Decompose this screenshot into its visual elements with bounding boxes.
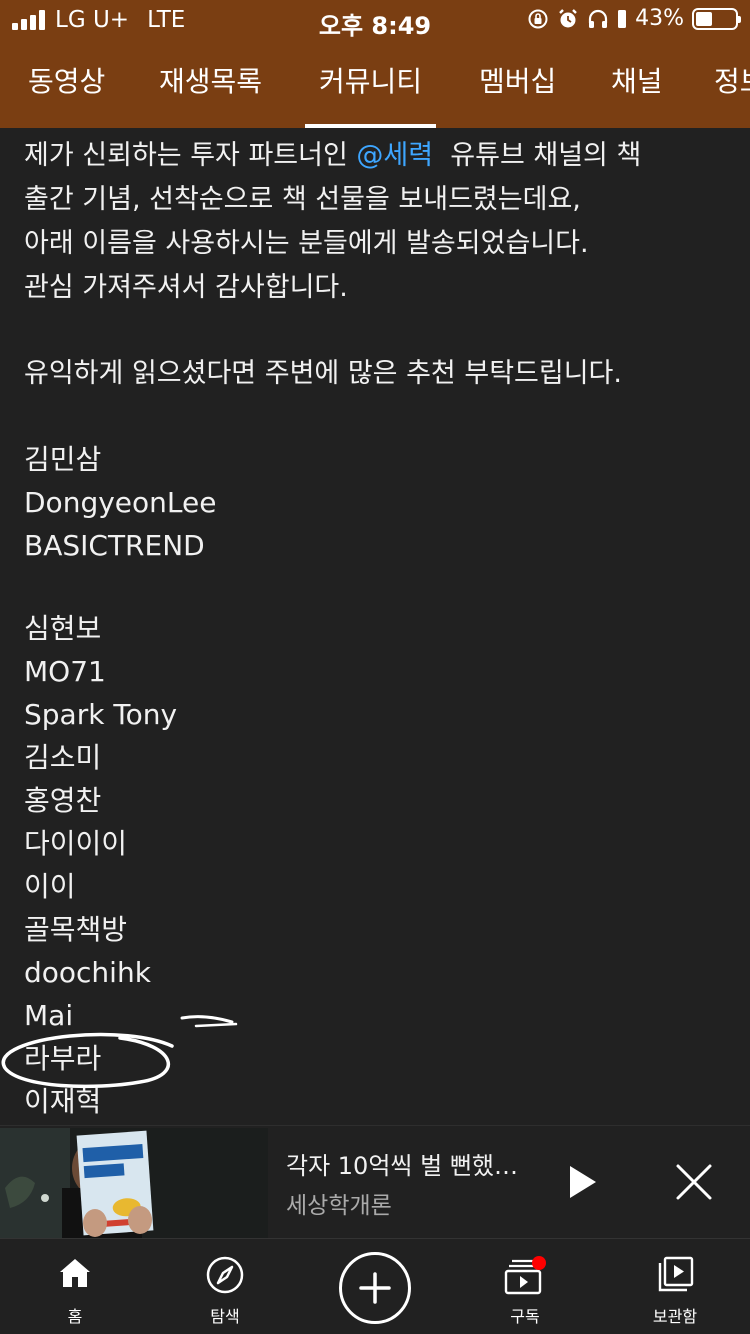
tab-membership[interactable]: 멤버십 <box>479 40 556 128</box>
nav-library[interactable]: 보관함 <box>620 1239 730 1334</box>
post-line-1: 제가 신뢰하는 투자 파트너인 @세력 유튜브 채널의 책 <box>24 134 734 178</box>
notification-dot <box>532 1256 546 1270</box>
post-line-2: 출간 기념, 선착순으로 책 선물을 보내드렸는데요, <box>24 184 581 215</box>
battery-fill <box>696 11 713 26</box>
close-icon[interactable] <box>672 1160 716 1204</box>
nav-home[interactable]: 홈 <box>20 1239 130 1334</box>
compass-icon <box>206 1256 244 1294</box>
nav-subscriptions[interactable]: 구독 <box>470 1239 580 1334</box>
mini-player-channel: 세상학개론 <box>286 1193 392 1219</box>
headphones-icon <box>588 9 608 28</box>
bottom-nav: 홈 탐색 구독 보관함 <box>0 1238 750 1334</box>
list-item: Mai <box>24 999 74 1032</box>
play-icon[interactable] <box>560 1160 604 1204</box>
channel-tabs: 동영상 재생목록 커뮤니티 멤버십 채널 정보 <box>0 40 750 128</box>
mention-link[interactable]: @세력 <box>356 140 433 171</box>
community-post: 제가 신뢰하는 투자 파트너인 @세력 유튜브 채널의 책 출간 기념, 선착순… <box>24 128 734 1123</box>
list-item: doochihk <box>24 956 151 989</box>
list-item: 홍영찬 <box>24 784 102 817</box>
list-item: 다이이이 <box>24 827 128 860</box>
mini-player-title[interactable]: 각자 10억씩 벌 뻔했… <box>286 1146 536 1181</box>
home-icon <box>60 1259 90 1287</box>
list-item: 이이 <box>24 870 76 903</box>
nav-explore-label: 탐색 <box>210 1307 240 1326</box>
list-item: 김민삼 <box>24 443 102 476</box>
status-right: 43% <box>527 6 741 31</box>
battery-percent: 43% <box>635 6 684 31</box>
nav-home-label: 홈 <box>67 1307 83 1326</box>
tab-videos[interactable]: 동영상 <box>28 40 105 128</box>
library-icon <box>658 1256 694 1292</box>
post-line-5: 유익하게 읽으셨다면 주변에 많은 추천 부탁드립니다. <box>24 358 622 389</box>
list-item: MO71 <box>24 655 106 688</box>
create-button[interactable] <box>339 1252 411 1324</box>
list-item-highlighted: 라부라 <box>24 1042 102 1075</box>
status-bar: LG U+ LTE 오후 8:49 43% <box>0 0 750 40</box>
tab-playlists[interactable]: 재생목록 <box>159 40 262 128</box>
list-item: 심현보 <box>24 612 102 645</box>
charging-icon <box>618 9 627 28</box>
video-thumbnail[interactable] <box>0 1128 268 1239</box>
mini-player[interactable]: 각자 10억씩 벌 뻔했… 세상학개론 <box>0 1125 750 1239</box>
tab-community[interactable]: 커뮤니티 <box>304 40 437 128</box>
post-line-3: 아래 이름을 사용하시는 분들에게 발송되었습니다. <box>24 228 589 259</box>
alarm-icon <box>559 8 577 27</box>
rotation-lock-icon <box>528 9 548 28</box>
list-item: 이재혁 <box>24 1085 102 1118</box>
subscriptions-icon <box>504 1256 546 1295</box>
tab-about[interactable]: 정보 <box>714 40 750 128</box>
post-text: 제가 신뢰하는 투자 파트너인 <box>24 140 357 171</box>
plus-icon <box>359 1272 391 1304</box>
nav-library-label: 보관함 <box>652 1307 698 1326</box>
tab-channels[interactable]: 채널 <box>611 40 663 128</box>
list-item: DongyeonLee <box>24 486 217 519</box>
nav-subscriptions-label: 구독 <box>510 1307 540 1326</box>
list-item: Spark Tony <box>24 698 178 731</box>
thumbnail-art <box>0 1128 268 1239</box>
list-item: 김소미 <box>24 741 102 774</box>
nav-explore[interactable]: 탐색 <box>170 1239 280 1334</box>
list-item: BASICTREND <box>24 529 205 562</box>
post-text: 유튜브 채널의 책 <box>433 140 642 171</box>
post-line-4: 관심 가져주셔서 감사합니다. <box>24 272 348 303</box>
battery-icon <box>692 7 741 30</box>
list-item: 골목책방 <box>24 913 128 946</box>
